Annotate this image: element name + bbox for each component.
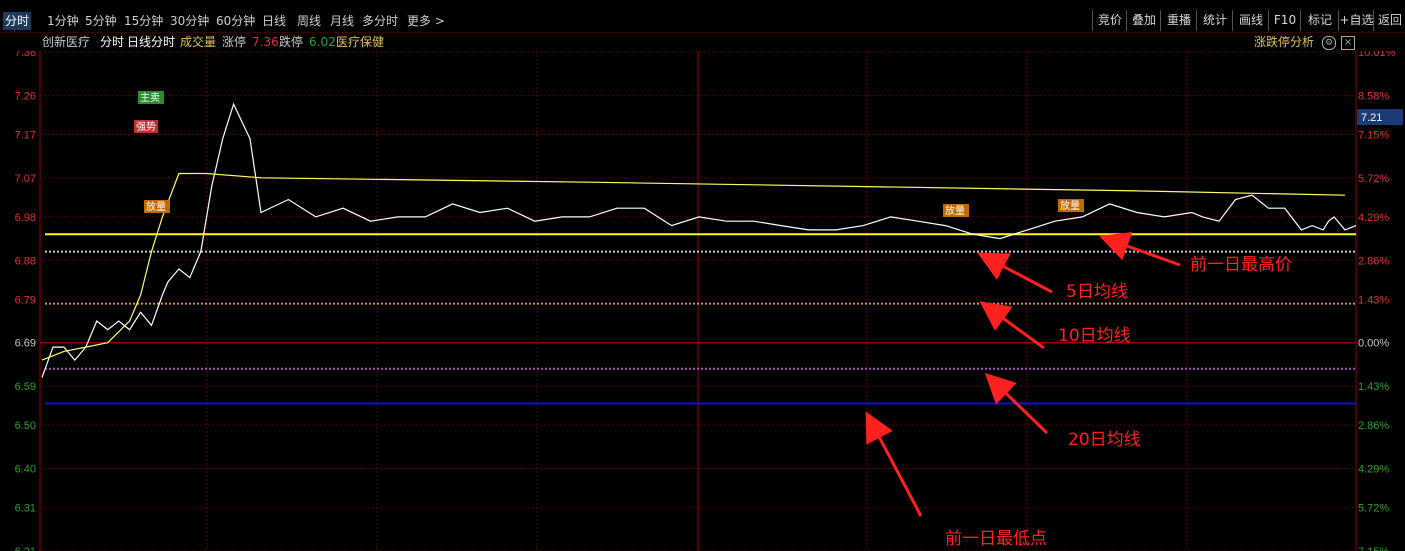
toolbar-button-4[interactable]: 画线 (1232, 10, 1269, 31)
gear-icon[interactable]: ⚙ (1322, 36, 1336, 50)
y-pct-label: 1.43% (1358, 294, 1389, 306)
toolbar-button-8[interactable]: 返回 (1373, 10, 1405, 31)
period-tab-8[interactable]: 月线 (330, 12, 354, 30)
period-tab-2[interactable]: 5分钟 (85, 12, 117, 30)
y-price-label: 6.31 (15, 503, 36, 515)
y-price-label: 7.26 (15, 90, 36, 102)
period-tab-6[interactable]: 日线 (262, 12, 286, 30)
y-price-label: 6.79 (15, 294, 36, 306)
period-tab-1[interactable]: 1分钟 (47, 12, 79, 30)
y-pct-label: 1.43% (1358, 381, 1389, 393)
info-bar: 创新医疗 分时 日线分时 成交量 涨停 7.36 跌停 6.02 医疗保健 涨跌… (0, 33, 1405, 51)
period-tab-0[interactable]: 分时 (3, 12, 32, 30)
period-tab-5[interactable]: 60分钟 (216, 12, 255, 30)
y-pct-label: 0.00% (1358, 338, 1389, 350)
toolbar-button-5[interactable]: F10 (1268, 10, 1301, 31)
y-price-label: 6.98 (15, 212, 36, 224)
y-pct-label: 4.29% (1358, 464, 1389, 476)
limit-down-value: 6.02 (309, 35, 336, 49)
prev-high-annotation: 前一日最高价 (1190, 255, 1292, 275)
close-icon[interactable]: × (1341, 36, 1355, 50)
y-pct-label: 7.15% (1358, 129, 1389, 141)
toolbar-button-2[interactable]: 重播 (1160, 10, 1197, 31)
prev-low-annotation: 前一日最低点 (945, 529, 1047, 549)
ma20-annotation: 20日均线 (1068, 430, 1141, 450)
limit-analysis-button[interactable]: 涨跌停分析 (1254, 33, 1314, 51)
limit-down-label: 跌停 (279, 35, 304, 49)
y-price-label: 6.50 (15, 420, 36, 432)
y-price-label: 6.40 (15, 464, 36, 476)
volume-marker-text: 放量 (1060, 199, 1080, 212)
ma5-arrow (977, 252, 1053, 294)
y-pct-label: 5.72% (1358, 173, 1389, 185)
y-pct-label: 8.58% (1358, 90, 1389, 102)
y-pct-label: 2.86% (1358, 420, 1389, 432)
toolbar-button-1[interactable]: 叠加 (1126, 10, 1161, 31)
limit-up-value: 7.36 (252, 35, 279, 49)
limit-up-label: 涨停 (222, 35, 247, 49)
y-pct-label: 10.01% (1358, 51, 1396, 59)
period-tab-4[interactable]: 30分钟 (170, 12, 209, 30)
y-price-label: 7.07 (15, 173, 36, 185)
toolbar-button-3[interactable]: 统计 (1196, 10, 1233, 31)
y-price-label: 6.88 (15, 255, 36, 267)
y-pct-label: 4.29% (1358, 212, 1389, 224)
chart-type-label[interactable]: 日线分时 (127, 33, 175, 51)
strong-marker-text: 强势 (136, 120, 156, 133)
toolbar-button-6[interactable]: 标记 (1300, 10, 1339, 31)
volume-marker-text: 放量 (146, 200, 166, 213)
period-toolbar: 分时 1分钟 5分钟 15分钟 30分钟 60分钟 日线 周线 月线 多分时 更多 > 竞价 叠加 重播… (0, 10, 1405, 33)
ma10-arrow (979, 301, 1045, 350)
current-price-value: 7.21 (1361, 112, 1382, 124)
y-price-label: 6.69 (15, 338, 36, 350)
y-pct-label: 2.86% (1358, 255, 1389, 267)
period-tab-7[interactable]: 周线 (297, 12, 321, 30)
mode-label[interactable]: 分时 (100, 33, 124, 51)
y-price-label: 7.17 (15, 129, 36, 141)
period-tab-10[interactable]: 更多 > (407, 12, 445, 30)
toolbar-button-0[interactable]: 竞价 (1092, 10, 1127, 31)
ma10-annotation: 10日均线 (1058, 326, 1131, 346)
y-price-label: 6.21 (15, 546, 36, 551)
period-tab-9[interactable]: 多分时 (362, 12, 398, 30)
sector-label[interactable]: 医疗保健 (336, 33, 384, 51)
y-price-label: 6.59 (15, 381, 36, 393)
y-pct-label: 5.72% (1358, 503, 1389, 515)
intraday-chart[interactable]: 7.36 7.26 7.17 7.07 6.98 6.88 6.79 6.69 6.59 6.50… (0, 51, 1405, 551)
period-tab-3[interactable]: 15分钟 (124, 12, 163, 30)
sell-marker-text: 主卖 (140, 92, 160, 104)
y-pct-label: 7.15% (1358, 546, 1389, 551)
series-price (41, 102, 1357, 378)
volume-marker-text: 放量 (945, 204, 965, 217)
series-avg_price (41, 172, 1346, 361)
y-price-label: 7.36 (15, 51, 36, 59)
prev-low-arrow (865, 411, 923, 517)
toolbar-button-7[interactable]: +自选 (1338, 10, 1374, 31)
ma5-annotation: 5日均线 (1066, 282, 1128, 302)
menu-bar (0, 0, 1405, 6)
volume-label[interactable]: 成交量 (180, 33, 216, 51)
stock-name: 创新医疗 (42, 35, 91, 49)
